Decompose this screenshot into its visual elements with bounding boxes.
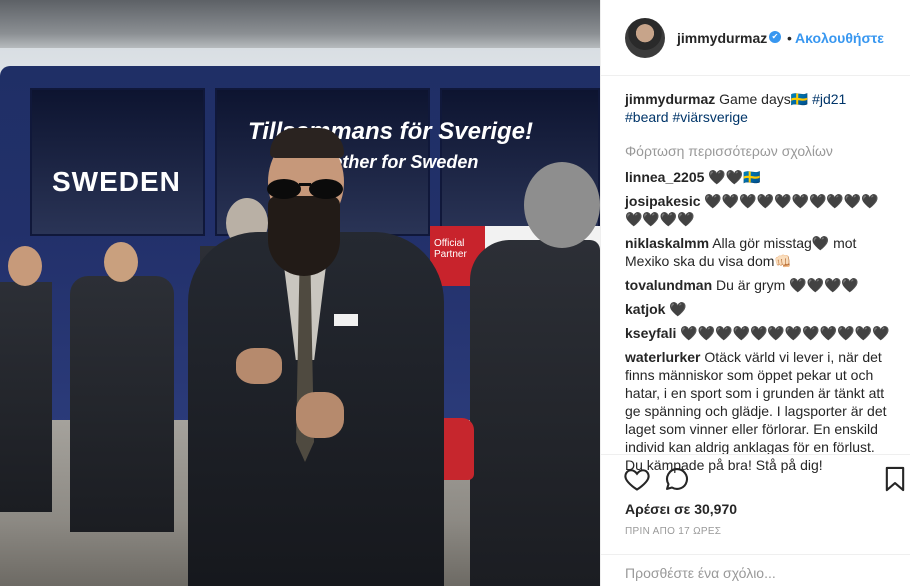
post-actions: Αρέσει σε 30,970 ΠΡΙΝ ΑΠΟ 17 ΩΡΕΣ [601, 454, 910, 554]
caption-text: Game days [719, 91, 791, 107]
sunglasses-icon [264, 178, 346, 200]
heart-icon[interactable] [623, 465, 651, 493]
bystander-head [104, 242, 138, 282]
add-comment-bar [601, 554, 910, 586]
comment-item: katjok 🖤 [625, 300, 891, 318]
follow-button[interactable]: Ακολουθήστε [795, 30, 884, 46]
terminal-ceiling [0, 0, 600, 48]
verified-badge-icon: ✔ [769, 31, 781, 43]
hair [270, 128, 344, 158]
comment-text: Du är grym 🖤🖤🖤🖤 [716, 277, 859, 293]
beard [268, 196, 340, 276]
hashtag-link[interactable]: #beard [625, 109, 669, 125]
comment-username[interactable]: linnea_2205 [625, 169, 704, 185]
comment-text: 🖤🖤🇸🇪 [708, 169, 761, 185]
comment-text: 🖤 [669, 301, 687, 317]
caption-flag: 🇸🇪 [790, 91, 809, 107]
hand [236, 348, 282, 384]
comment-username[interactable]: tovalundman [625, 277, 712, 293]
hashtag-link[interactable]: #viärsverige [672, 109, 747, 125]
likes-count[interactable]: Αρέσει σε 30,970 [625, 501, 737, 517]
bus-sweden-text: SWEDEN [52, 166, 181, 197]
post-timestamp[interactable]: ΠΡΙΝ ΑΠΟ 17 ΩΡΕΣ [625, 526, 721, 537]
avatar[interactable] [625, 18, 665, 58]
post-image[interactable]: SWEDEN Tillsammans för Sverige! Together… [0, 0, 600, 586]
comment-item: tovalundman Du är grym 🖤🖤🖤🖤 [625, 276, 891, 294]
comment-text: 🖤🖤🖤🖤🖤🖤🖤🖤🖤🖤🖤🖤 [680, 325, 890, 341]
post-header: jimmydurmaz ✔ • Ακολουθήστε [601, 0, 910, 76]
comment-list: jimmydurmaz Game days🇸🇪 #jd21 #beard #vi… [625, 90, 891, 480]
caption-username[interactable]: jimmydurmaz [625, 91, 715, 107]
comment-item: linnea_2205 🖤🖤🇸🇪 [625, 168, 891, 186]
post-caption: jimmydurmaz Game days🇸🇪 #jd21 #beard #vi… [625, 90, 891, 126]
comment-username[interactable]: kseyfali [625, 325, 676, 341]
bystander-head [8, 246, 42, 286]
bystander [70, 276, 174, 532]
bystander [0, 282, 52, 512]
bus-window [30, 88, 205, 236]
header-username[interactable]: jimmydurmaz [677, 30, 767, 46]
hand [296, 392, 344, 438]
hashtag-link[interactable]: #jd21 [812, 91, 846, 107]
bystander-head [524, 162, 600, 248]
comment-username[interactable]: niklaskalmm [625, 235, 709, 251]
separator-dot: • [787, 30, 792, 46]
comment-username[interactable]: waterlurker [625, 349, 700, 365]
bystander [470, 240, 600, 586]
comment-item: niklaskalmm Alla gör misstag🖤 mot Mexiko… [625, 234, 891, 270]
pocket-square [334, 314, 358, 326]
comment-icon[interactable] [663, 465, 691, 493]
bookmark-icon[interactable] [883, 465, 907, 493]
add-comment-input[interactable] [625, 564, 895, 582]
comment-item: kseyfali 🖤🖤🖤🖤🖤🖤🖤🖤🖤🖤🖤🖤 [625, 324, 891, 342]
post-side-panel: jimmydurmaz ✔ • Ακολουθήστε jimmydurmaz … [600, 0, 910, 586]
comment-item: josipakesic 🖤🖤🖤🖤🖤🖤🖤🖤🖤🖤🖤🖤🖤🖤 [625, 192, 891, 228]
comment-username[interactable]: josipakesic [625, 193, 701, 209]
load-more-comments-link[interactable]: Φόρτωση περισσότερων σχολίων [625, 142, 891, 160]
comment-username[interactable]: katjok [625, 301, 665, 317]
